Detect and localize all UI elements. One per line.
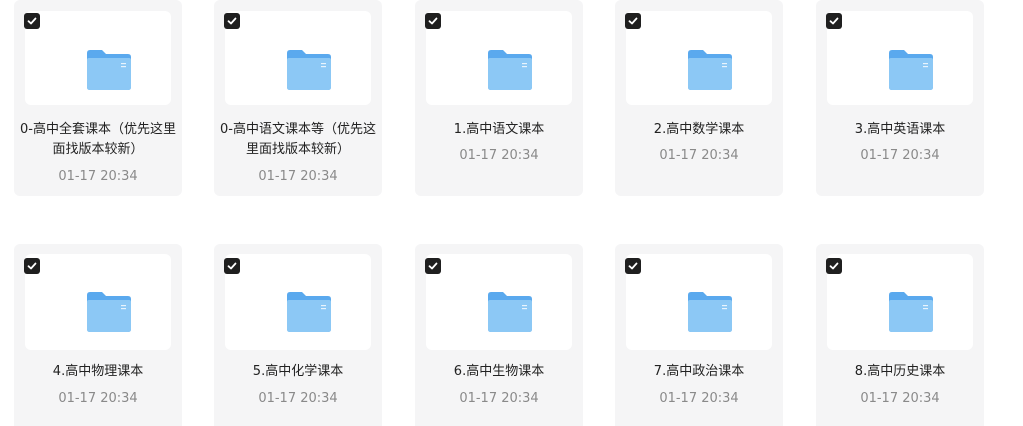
check-icon (27, 262, 37, 270)
folder-grid: 0-高中全套课本（优先这里面找版本较新） 01-17 20:34 0-高中语文课… (0, 0, 1023, 426)
folder-icon (688, 50, 732, 90)
folder-card[interactable]: 4.高中物理课本 01-17 20:34 (14, 244, 182, 426)
folder-name: 2.高中数学课本 (653, 122, 745, 137)
check-icon (27, 17, 37, 25)
folder-name: 6.高中生物课本 (453, 364, 545, 379)
folder-card[interactable]: 3.高中英语课本 01-17 20:34 (816, 0, 984, 196)
folder-card[interactable]: 6.高中生物课本 01-17 20:34 (415, 244, 583, 426)
check-icon (227, 262, 237, 270)
folder-time: 01-17 20:34 (258, 391, 338, 406)
folder-thumbnail[interactable] (626, 11, 772, 105)
folder-card[interactable]: 8.高中历史课本 01-17 20:34 (816, 244, 984, 426)
folder-time: 01-17 20:34 (459, 391, 539, 406)
folder-checkbox[interactable] (425, 13, 441, 29)
folder-thumbnail[interactable] (827, 11, 973, 105)
folder-name: 8.高中历史课本 (854, 364, 946, 379)
folder-thumbnail[interactable] (827, 254, 973, 350)
folder-time: 01-17 20:34 (58, 169, 138, 184)
folder-name: 7.高中政治课本 (653, 364, 745, 379)
folder-thumbnail[interactable] (426, 11, 572, 105)
folder-checkbox[interactable] (24, 258, 40, 274)
check-icon (428, 262, 438, 270)
folder-icon (488, 292, 532, 332)
folder-checkbox[interactable] (826, 258, 842, 274)
folder-time: 01-17 20:34 (659, 391, 739, 406)
folder-thumbnail[interactable] (225, 254, 371, 350)
folder-time: 01-17 20:34 (659, 148, 739, 163)
folder-name: 5.高中化学课本 (252, 364, 344, 379)
check-icon (628, 262, 638, 270)
folder-card[interactable]: 7.高中政治课本 01-17 20:34 (615, 244, 783, 426)
folder-icon (889, 50, 933, 90)
folder-card[interactable]: 0-高中全套课本（优先这里面找版本较新） 01-17 20:34 (14, 0, 182, 196)
folder-icon (87, 50, 131, 90)
folder-icon (287, 292, 331, 332)
folder-icon (287, 50, 331, 90)
folder-card[interactable]: 5.高中化学课本 01-17 20:34 (214, 244, 382, 426)
folder-name: 3.高中英语课本 (854, 122, 946, 137)
folder-name: 0-高中全套课本（优先这里面找版本较新） (20, 122, 176, 157)
folder-checkbox[interactable] (224, 13, 240, 29)
folder-checkbox[interactable] (826, 13, 842, 29)
folder-thumbnail[interactable] (626, 254, 772, 350)
folder-thumbnail[interactable] (25, 254, 171, 350)
folder-thumbnail[interactable] (225, 11, 371, 105)
folder-card[interactable]: 2.高中数学课本 01-17 20:34 (615, 0, 783, 196)
folder-time: 01-17 20:34 (58, 391, 138, 406)
folder-icon (688, 292, 732, 332)
folder-name: 0-高中语文课本等（优先这里面找版本较新） (220, 122, 376, 157)
folder-name: 4.高中物理课本 (52, 364, 144, 379)
check-icon (829, 262, 839, 270)
folder-thumbnail[interactable] (25, 11, 171, 105)
folder-checkbox[interactable] (625, 258, 641, 274)
check-icon (428, 17, 438, 25)
folder-icon (87, 292, 131, 332)
folder-card[interactable]: 0-高中语文课本等（优先这里面找版本较新） 01-17 20:34 (214, 0, 382, 196)
folder-checkbox[interactable] (625, 13, 641, 29)
folder-checkbox[interactable] (224, 258, 240, 274)
folder-time: 01-17 20:34 (258, 169, 338, 184)
check-icon (227, 17, 237, 25)
folder-icon (488, 50, 532, 90)
folder-icon (889, 292, 933, 332)
folder-time: 01-17 20:34 (860, 391, 940, 406)
folder-time: 01-17 20:34 (860, 148, 940, 163)
folder-name: 1.高中语文课本 (453, 122, 545, 137)
check-icon (829, 17, 839, 25)
folder-checkbox[interactable] (24, 13, 40, 29)
folder-thumbnail[interactable] (426, 254, 572, 350)
folder-checkbox[interactable] (425, 258, 441, 274)
check-icon (628, 17, 638, 25)
folder-time: 01-17 20:34 (459, 148, 539, 163)
folder-card[interactable]: 1.高中语文课本 01-17 20:34 (415, 0, 583, 196)
